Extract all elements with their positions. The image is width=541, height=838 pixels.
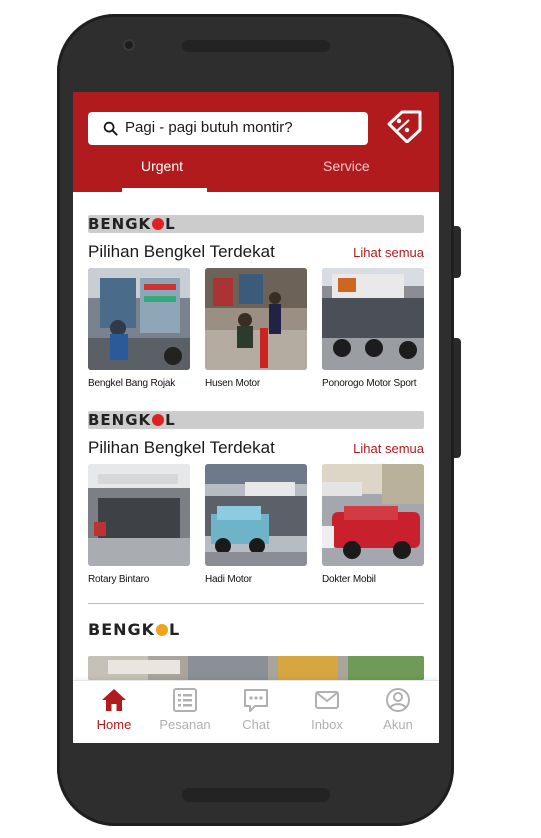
- front-camera: [123, 39, 135, 51]
- wheel-logo-icon: [152, 218, 165, 230]
- nav-home[interactable]: Home: [79, 687, 149, 732]
- workshop-card[interactable]: Rotary Bintaro: [88, 464, 190, 585]
- workshop-photo: [322, 464, 424, 566]
- nav-account[interactable]: Akun: [363, 687, 433, 732]
- nav-inbox[interactable]: Inbox: [292, 687, 362, 732]
- workshop-photo: [205, 268, 307, 370]
- bengkol-logo: BENGK L: [88, 411, 176, 429]
- workshop-name: Bengkel Bang Rojak: [88, 378, 176, 389]
- bengkol-logo: BENGK L: [88, 620, 181, 639]
- workshop-card[interactable]: Bengkel Bang Rojak: [88, 268, 190, 389]
- envelope-icon: [315, 691, 339, 709]
- search-input[interactable]: Pagi - pagi butuh montir?: [88, 112, 368, 145]
- wheel-logo-icon: [156, 624, 169, 636]
- workshop-photo: [322, 268, 424, 370]
- bottom-speaker: [182, 788, 330, 802]
- volume-button: [454, 338, 461, 458]
- tab-service[interactable]: Service: [323, 158, 370, 174]
- promo-tag-icon[interactable]: [385, 109, 425, 143]
- promo-banner[interactable]: [88, 656, 424, 680]
- workshop-name: Hadi Motor: [205, 574, 252, 585]
- workshop-name: Husen Motor: [205, 378, 261, 389]
- workshop-name: Ponorogo Motor Sport: [322, 378, 417, 389]
- tab-urgent[interactable]: Urgent: [141, 158, 183, 174]
- workshop-card[interactable]: Husen Motor: [205, 268, 307, 389]
- app-screen: Pagi - pagi butuh montir? Urgent Service…: [73, 92, 439, 743]
- user-circle-icon: [386, 688, 410, 712]
- bengkol-logo: BENGK L: [88, 215, 176, 233]
- bottom-navigation: Home Pesanan Chat Inbox Akun: [73, 680, 439, 743]
- workshop-photo: [88, 464, 190, 566]
- search-placeholder: Pagi - pagi butuh montir?: [125, 119, 293, 136]
- workshop-card[interactable]: Dokter Mobil: [322, 464, 424, 585]
- power-button: [454, 226, 461, 278]
- chat-bubble-icon: [244, 689, 268, 712]
- search-icon: [103, 121, 118, 136]
- workshop-name: Dokter Mobil: [322, 574, 376, 585]
- workshop-photo: [205, 464, 307, 566]
- workshop-card[interactable]: Ponorogo Motor Sport: [322, 268, 424, 389]
- workshop-card[interactable]: Hadi Motor: [205, 464, 307, 585]
- section-title: Pilihan Bengkel Terdekat: [88, 242, 275, 261]
- see-all-link[interactable]: Lihat semua: [353, 245, 424, 260]
- wheel-logo-icon: [152, 414, 165, 426]
- earpiece-speaker: [182, 40, 330, 52]
- orders-list-icon: [173, 688, 197, 712]
- app-header: Pagi - pagi butuh montir? Urgent Service: [73, 92, 439, 192]
- home-icon: [102, 689, 126, 711]
- workshop-name: Rotary Bintaro: [88, 574, 150, 585]
- workshop-photo: [88, 268, 190, 370]
- see-all-link[interactable]: Lihat semua: [353, 441, 424, 456]
- nav-chat[interactable]: Chat: [221, 687, 291, 732]
- section-divider: [88, 603, 424, 604]
- active-tab-indicator: [122, 188, 207, 192]
- nav-orders[interactable]: Pesanan: [150, 687, 220, 732]
- section-title: Pilihan Bengkel Terdekat: [88, 438, 275, 457]
